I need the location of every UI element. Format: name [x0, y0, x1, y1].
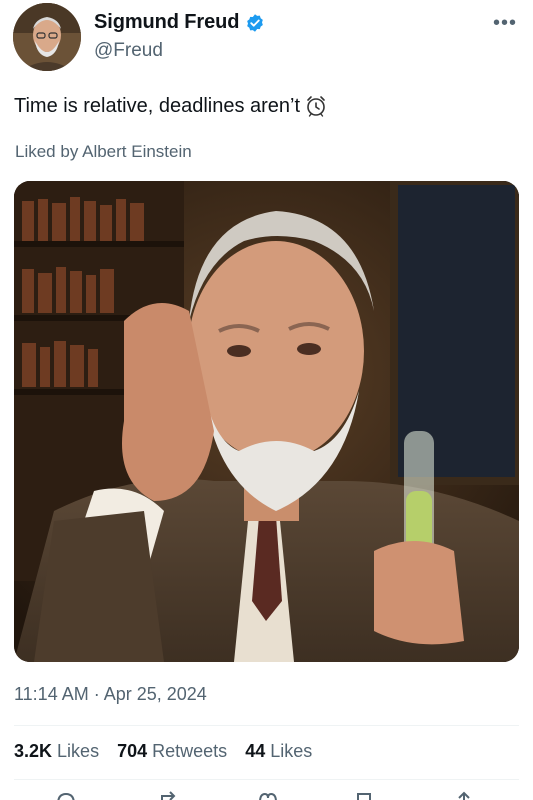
- stat-value: 3.2K: [14, 741, 53, 761]
- stat-value: 704: [117, 741, 148, 761]
- stat-label: Retweets: [152, 741, 228, 761]
- stat-label: Likes: [57, 741, 100, 761]
- tweet-text-content: Time is relative, deadlines aren’t: [14, 94, 301, 117]
- bookmark-icon[interactable]: [352, 790, 376, 800]
- tweet-text: Time is relative, deadlines aren’t: [14, 94, 328, 118]
- stat-likes-2[interactable]: 44 Likes: [245, 741, 312, 762]
- stat-likes[interactable]: 3.2K Likes: [14, 741, 99, 762]
- divider: [14, 779, 519, 780]
- display-name[interactable]: Sigmund Freud: [94, 11, 239, 34]
- share-icon[interactable]: [452, 790, 476, 800]
- retweet-icon[interactable]: [156, 790, 180, 800]
- liked-by[interactable]: Liked by Albert Einstein: [15, 142, 192, 162]
- more-options-icon[interactable]: •••: [493, 12, 517, 35]
- stat-value: 44: [245, 741, 266, 761]
- stat-label: Likes: [270, 741, 313, 761]
- verified-badge-icon: [245, 13, 265, 33]
- tweet-timestamp[interactable]: 11:14 AM · Apr 25, 2024: [14, 684, 207, 705]
- portrait-illustration: [14, 181, 519, 662]
- handle[interactable]: @Freud: [94, 40, 163, 62]
- divider: [14, 725, 519, 726]
- reply-icon[interactable]: [54, 790, 78, 800]
- avatar[interactable]: [13, 3, 81, 71]
- tweet-header: Sigmund Freud @Freud •••: [0, 0, 533, 80]
- name-row: Sigmund Freud: [94, 11, 265, 34]
- action-bar: [0, 786, 533, 800]
- tweet-stats: 3.2K Likes 704 Retweets 44 Likes: [14, 741, 312, 762]
- tweet-image[interactable]: [14, 181, 519, 662]
- stat-retweets[interactable]: 704 Retweets: [117, 741, 227, 762]
- avatar-portrait: [13, 3, 81, 71]
- alarm-clock-icon: [304, 94, 328, 118]
- like-icon[interactable]: [256, 790, 280, 800]
